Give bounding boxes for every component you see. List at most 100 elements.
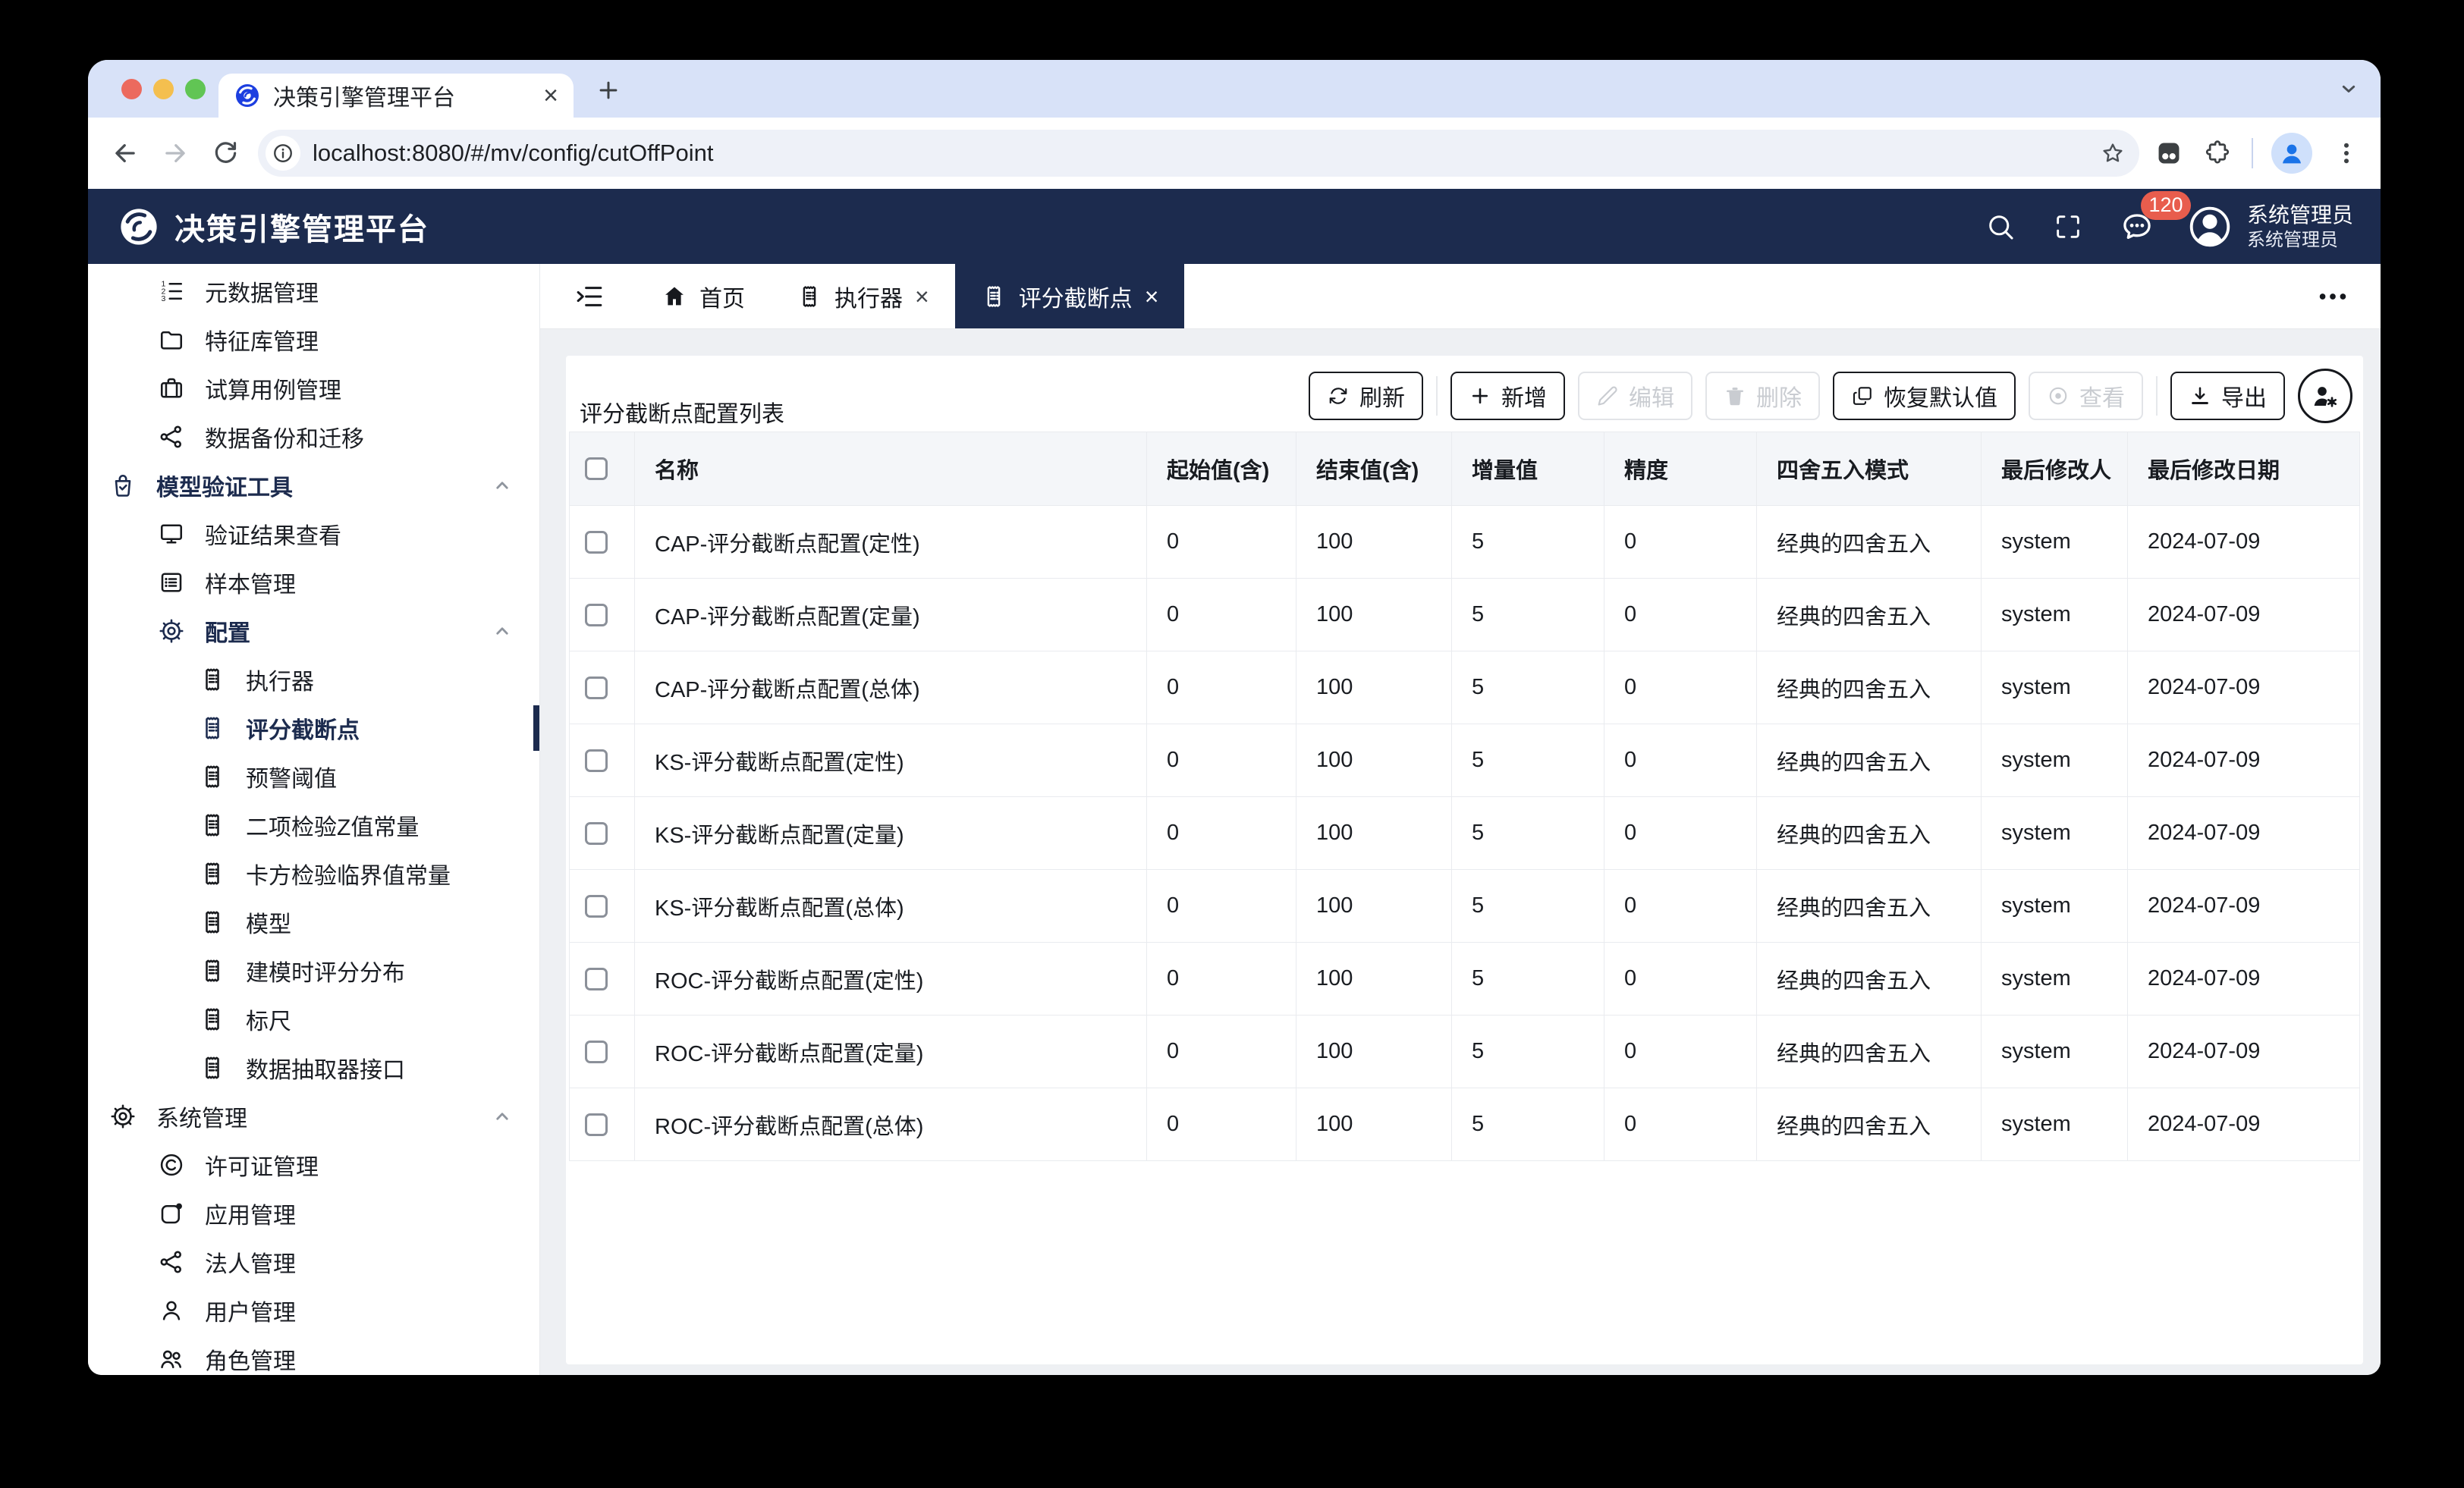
row-checkbox[interactable]: [585, 968, 608, 990]
cell-end: 100: [1296, 1016, 1452, 1088]
sidebar-item-ruler[interactable]: 标尺: [88, 995, 539, 1044]
copyright-icon: [158, 1151, 185, 1179]
sidebar-item-license-management[interactable]: 许可证管理: [88, 1141, 539, 1189]
sidebar-item-validation-results[interactable]: 验证结果查看: [88, 510, 539, 558]
delete-button[interactable]: 删除: [1705, 372, 1820, 420]
table-row[interactable]: CAP-评分截断点配置(总体) 0 100 5 0 经典的四舍五入 system…: [569, 651, 2360, 724]
sidebar-item-user-management[interactable]: 用户管理: [88, 1286, 539, 1335]
refresh-button[interactable]: 刷新: [1309, 372, 1423, 420]
sidebar-item-cutoff-point[interactable]: 评分截断点: [88, 704, 539, 752]
extensions-puzzle-icon[interactable]: [2203, 139, 2232, 168]
sidebar-item-config[interactable]: 配置: [88, 607, 539, 655]
cell-increment: 5: [1452, 724, 1604, 797]
cell-end: 100: [1296, 797, 1452, 870]
export-button[interactable]: 导出: [2170, 372, 2285, 420]
address-bar[interactable]: localhost:8080/#/mv/config/cutOffPoint: [258, 130, 2139, 177]
page-tab-home[interactable]: 首页: [636, 264, 771, 328]
sidebar-item-modeling-score-distribution[interactable]: 建模时评分分布: [88, 946, 539, 995]
sidebar-item-model[interactable]: 模型: [88, 898, 539, 946]
extension-shortcut-icon[interactable]: [2154, 139, 2183, 168]
sidebar-item-executor[interactable]: 执行器: [88, 655, 539, 704]
receipt-icon: [199, 860, 226, 887]
minimize-window-button[interactable]: [153, 79, 174, 99]
table-row[interactable]: KS-评分截断点配置(定性) 0 100 5 0 经典的四舍五入 system …: [569, 724, 2360, 797]
checkbox-cell: [569, 1016, 635, 1088]
row-checkbox[interactable]: [585, 604, 608, 626]
tab-close-icon[interactable]: ×: [1145, 284, 1159, 309]
row-checkbox[interactable]: [585, 749, 608, 772]
edit-button[interactable]: 编辑: [1578, 372, 1692, 420]
page-tab-label: 首页: [699, 280, 745, 313]
sidebar-item-legal-entity-management[interactable]: 法人管理: [88, 1238, 539, 1286]
user-avatar[interactable]: [2186, 203, 2233, 250]
add-button[interactable]: 新增: [1450, 372, 1565, 420]
bookmark-star-icon[interactable]: [2100, 140, 2126, 166]
cell-modified-by: system: [1982, 506, 2128, 579]
back-icon[interactable]: [111, 139, 140, 168]
tab-close-icon[interactable]: ×: [543, 83, 558, 108]
cell-rounding: 经典的四舍五入: [1757, 1016, 1982, 1088]
tab-list-chevron-icon[interactable]: [2337, 77, 2361, 101]
checkbox-cell: [569, 797, 635, 870]
view-button[interactable]: 查看: [2029, 372, 2143, 420]
sidebar-item-metadata-management[interactable]: 元数据管理: [88, 267, 539, 315]
content-panel: 评分截断点配置列表 刷新 新增 编辑: [566, 356, 2363, 1364]
sidebar-item-chi-square-critical-constant[interactable]: 卡方检验临界值常量: [88, 849, 539, 898]
fullscreen-icon[interactable]: [2053, 212, 2083, 242]
row-checkbox[interactable]: [585, 822, 608, 845]
column-settings-button[interactable]: [2298, 369, 2352, 423]
site-info-chip[interactable]: [266, 136, 300, 171]
row-checkbox[interactable]: [585, 531, 608, 554]
reload-icon[interactable]: [211, 139, 240, 168]
table-row[interactable]: ROC-评分截断点配置(定性) 0 100 5 0 经典的四舍五入 system…: [569, 943, 2360, 1016]
table-row[interactable]: CAP-评分截断点配置(定性) 0 100 5 0 经典的四舍五入 system…: [569, 506, 2360, 579]
messages-button[interactable]: 120: [2120, 209, 2154, 244]
browser-menu-kebab-icon[interactable]: [2332, 139, 2361, 168]
forward-icon[interactable]: [161, 139, 190, 168]
page-tab-cutoff-point[interactable]: 评分截断点 ×: [955, 264, 1185, 328]
row-checkbox[interactable]: [585, 895, 608, 918]
sidebar-item-data-backup-migration[interactable]: 数据备份和迁移: [88, 413, 539, 461]
row-checkbox[interactable]: [585, 677, 608, 699]
sidebar-item-data-extractor-api[interactable]: 数据抽取器接口: [88, 1044, 539, 1092]
sidebar-item-label: 模型: [246, 906, 291, 939]
user-info[interactable]: 系统管理员 系统管理员: [2247, 202, 2353, 252]
sidebar-item-system-management[interactable]: 系统管理: [88, 1092, 539, 1141]
select-all-checkbox[interactable]: [585, 457, 608, 480]
sidebar-item-trial-case-management[interactable]: 试算用例管理: [88, 364, 539, 413]
new-tab-button[interactable]: [592, 74, 625, 107]
sidebar-item-sample-management[interactable]: 样本管理: [88, 558, 539, 607]
browser-tab[interactable]: 决策引擎管理平台 ×: [218, 74, 574, 118]
tab-more-actions-icon[interactable]: [2315, 279, 2350, 314]
sidebar-item-binomial-z-constant[interactable]: 二项检验Z值常量: [88, 801, 539, 849]
table-row[interactable]: ROC-评分截断点配置(总体) 0 100 5 0 经典的四舍五入 system…: [569, 1088, 2360, 1161]
table-row[interactable]: KS-评分截断点配置(总体) 0 100 5 0 经典的四舍五入 system …: [569, 870, 2360, 943]
button-label: 恢复默认值: [1884, 379, 1997, 413]
row-checkbox[interactable]: [585, 1041, 608, 1063]
tab-close-icon[interactable]: ×: [915, 284, 929, 309]
url-text[interactable]: localhost:8080/#/mv/config/cutOffPoint: [313, 140, 2100, 167]
select-all-cell: [569, 432, 635, 506]
close-window-button[interactable]: [121, 79, 142, 99]
cell-precision: 0: [1604, 506, 1757, 579]
maximize-window-button[interactable]: [185, 79, 206, 99]
restore-default-button[interactable]: 恢复默认值: [1833, 372, 2016, 420]
browser-window: 决策引擎管理平台 × localhost:8080/#/mv/config/cu…: [88, 60, 2381, 1375]
table-row[interactable]: CAP-评分截断点配置(定量) 0 100 5 0 经典的四舍五入 system…: [569, 579, 2360, 651]
sidebar-item-model-validation-tools[interactable]: 模型验证工具: [88, 461, 539, 510]
sidebar-item-warning-threshold[interactable]: 预警阈值: [88, 752, 539, 801]
sidebar-collapse-icon[interactable]: [574, 281, 605, 312]
sidebar-item-role-management[interactable]: 角色管理: [88, 1335, 539, 1375]
row-checkbox[interactable]: [585, 1113, 608, 1136]
table-row[interactable]: KS-评分截断点配置(定量) 0 100 5 0 经典的四舍五入 system …: [569, 797, 2360, 870]
search-icon[interactable]: [1985, 211, 2016, 243]
sidebar-item-application-management[interactable]: 应用管理: [88, 1189, 539, 1238]
sidebar-item-label: 配置: [205, 614, 250, 648]
receipt-icon: [199, 811, 226, 839]
sidebar-item-feature-library[interactable]: 特征库管理: [88, 315, 539, 364]
page-tab-bar: 首页 执行器 × 评分截断点 ×: [540, 264, 2381, 329]
table-row[interactable]: ROC-评分截断点配置(定量) 0 100 5 0 经典的四舍五入 system…: [569, 1016, 2360, 1088]
cell-name: ROC-评分截断点配置(定量): [635, 1016, 1147, 1088]
browser-profile-avatar[interactable]: [2271, 133, 2312, 174]
page-tab-executor[interactable]: 执行器 ×: [771, 264, 955, 328]
